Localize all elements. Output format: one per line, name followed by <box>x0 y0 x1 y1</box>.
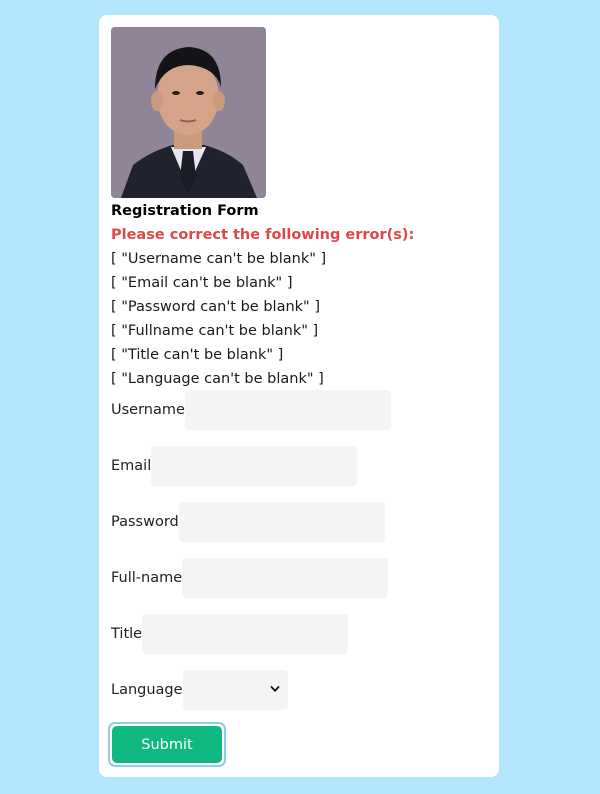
registration-card: Registration Form Please correct the fol… <box>99 15 499 777</box>
email-row: Email <box>111 446 358 486</box>
language-select[interactable] <box>182 670 288 710</box>
password-input[interactable] <box>178 502 385 542</box>
fullname-input[interactable] <box>182 558 389 598</box>
password-row: Password <box>111 502 385 542</box>
email-input[interactable] <box>151 446 358 486</box>
password-label: Password <box>111 514 179 530</box>
title-row: Title <box>111 614 349 654</box>
error-item-title: [ "Title can't be blank" ] <box>111 347 284 363</box>
profile-photo <box>111 27 266 198</box>
language-label: Language <box>111 682 183 698</box>
language-row: Language <box>111 670 288 710</box>
error-item-email: [ "Email can't be blank" ] <box>111 275 293 291</box>
submit-focus-ring: Submit <box>108 722 226 767</box>
error-item-password: [ "Password can't be blank" ] <box>111 299 320 315</box>
email-label: Email <box>111 458 152 474</box>
username-input[interactable] <box>184 390 391 430</box>
form-title: Registration Form <box>111 203 259 219</box>
chevron-down-icon <box>270 686 279 692</box>
error-list: [ "Username can't be blank" ] [ "Email c… <box>111 250 326 394</box>
error-item-fullname: [ "Fullname can't be blank" ] <box>111 323 319 339</box>
title-label: Title <box>111 626 143 642</box>
error-heading: Please correct the following error(s): <box>111 227 415 243</box>
fullname-label: Full-name <box>111 570 183 586</box>
title-input[interactable] <box>142 614 349 654</box>
username-label: Username <box>111 402 185 418</box>
username-row: Username <box>111 390 391 430</box>
error-item-username: [ "Username can't be blank" ] <box>111 251 327 267</box>
fullname-row: Full-name <box>111 558 389 598</box>
profile-photo-image <box>111 27 266 198</box>
submit-button[interactable]: Submit <box>112 726 222 763</box>
